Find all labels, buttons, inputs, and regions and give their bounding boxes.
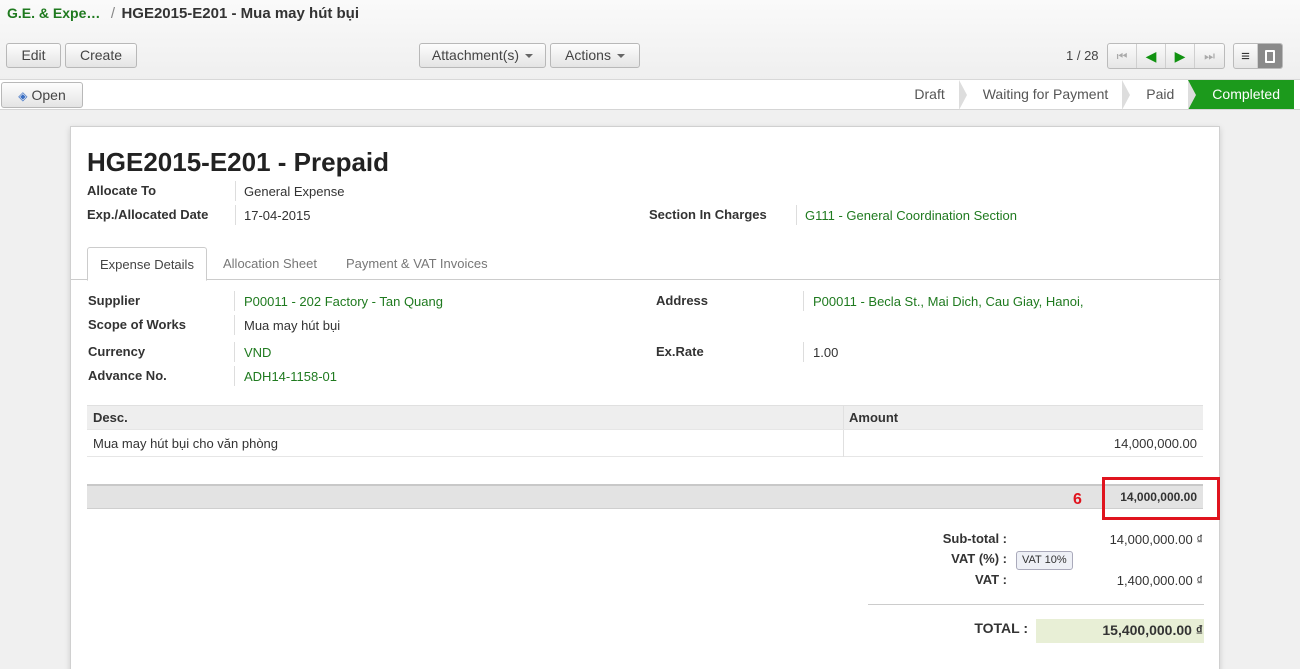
status-bar: ◈ Open Draft Waiting for Payment Paid Com…: [0, 80, 1300, 110]
currency-link[interactable]: VND: [244, 345, 271, 360]
allocate-to-label: Allocate To: [87, 183, 157, 198]
tab-allocation-sheet[interactable]: Allocation Sheet: [211, 247, 329, 280]
date-label: Exp./Allocated Date: [87, 207, 209, 222]
open-button[interactable]: ◈ Open: [1, 82, 83, 108]
vat-label: VAT :: [974, 572, 1007, 587]
currency-label: Currency: [88, 344, 146, 359]
lines-table-footer: 14,000,000.00: [87, 484, 1203, 509]
record-title: HGE2015-E201 - Prepaid: [87, 147, 390, 177]
exrate-label: Ex.Rate: [656, 344, 704, 359]
column-separator: [843, 406, 844, 430]
field-separator: [234, 366, 235, 386]
stage-completed[interactable]: Completed: [1188, 80, 1294, 109]
total-value: 15,400,000.00 ₫: [1102, 622, 1203, 638]
field-separator: [803, 291, 804, 311]
tab-payment-vat-invoices[interactable]: Payment & VAT Invoices: [334, 247, 500, 280]
stage-waiting-for-payment[interactable]: Waiting for Payment: [958, 80, 1130, 110]
control-panel: G.E. & Expe… / HGE2015-E201 - Mua may hú…: [0, 0, 1300, 80]
field-separator: [235, 205, 236, 225]
create-button[interactable]: Create: [65, 43, 137, 68]
advance-label: Advance No.: [88, 368, 167, 383]
vat-value: 1,400,000.00 ₫: [1116, 573, 1203, 588]
attachments-dropdown[interactable]: Attachment(s): [419, 43, 546, 68]
attachments-label: Attachment(s): [431, 47, 520, 63]
next-record-icon[interactable]: ▶: [1166, 44, 1195, 68]
address-label: Address: [656, 293, 709, 308]
field-separator: [235, 181, 236, 201]
line-amount: 14,000,000.00: [1113, 436, 1197, 451]
last-record-icon[interactable]: ⏭: [1195, 44, 1224, 68]
notebook-tabs: Expense Details Allocation Sheet Payment…: [71, 247, 1221, 281]
scope-value: Mua may hút bụi: [244, 318, 341, 333]
chevron-down-icon: [525, 54, 534, 59]
first-record-icon[interactable]: ⏮: [1108, 44, 1137, 68]
section-label: Section In Charges: [649, 207, 767, 222]
table-row[interactable]: Mua may hút bụi cho văn phòng 14,000,000…: [87, 429, 1203, 457]
lines-table-header: Desc. Amount: [87, 405, 1203, 430]
totals-divider: [868, 604, 1204, 605]
record-navigation: ⏮ ◀ ▶ ⏭: [1107, 43, 1225, 69]
tab-expense-details[interactable]: Expense Details: [87, 247, 207, 281]
address-link[interactable]: P00011 - Becla St., Mai Dich, Cau Giay, …: [813, 294, 1083, 309]
pager-counter[interactable]: 1 / 28: [1066, 48, 1099, 63]
view-switcher: ≡: [1233, 43, 1283, 69]
chevron-down-icon: [616, 54, 625, 59]
field-separator: [234, 291, 235, 311]
allocate-to-value: General Expense: [244, 184, 345, 199]
stage-draft[interactable]: Draft: [902, 80, 968, 110]
stage-pipeline: Draft Waiting for Payment Paid Completed: [902, 80, 1294, 110]
form-sheet: HGE2015-E201 - Prepaid Allocate To Gener…: [70, 126, 1221, 669]
stage-paid[interactable]: Paid: [1122, 80, 1197, 110]
breadcrumb-separator: /: [110, 5, 115, 22]
edit-button[interactable]: Edit: [6, 43, 61, 68]
column-separator: [843, 430, 844, 457]
advance-link[interactable]: ADH14-1158-01: [244, 369, 337, 384]
line-desc: Mua may hút bụi cho văn phòng: [93, 436, 279, 451]
subtotal-value: 14,000,000.00 ₫: [1109, 532, 1203, 547]
exrate-value: 1.00: [813, 345, 839, 360]
desc-column-header[interactable]: Desc.: [93, 410, 128, 425]
date-value: 17-04-2015: [244, 208, 311, 223]
form-view-icon[interactable]: [1258, 44, 1282, 68]
total-label: TOTAL :: [974, 620, 1028, 636]
field-separator: [234, 342, 235, 362]
actions-dropdown[interactable]: Actions: [550, 43, 640, 68]
list-view-icon[interactable]: ≡: [1234, 44, 1259, 68]
breadcrumb-current: HGE2015-E201 - Mua may hút bụi: [121, 5, 360, 22]
field-separator: [796, 205, 797, 225]
field-separator: [803, 342, 804, 362]
previous-record-icon[interactable]: ◀: [1137, 44, 1166, 68]
supplier-label: Supplier: [88, 293, 141, 308]
subtotal-label: Sub-total :: [942, 531, 1007, 546]
amount-column-header[interactable]: Amount: [849, 410, 898, 425]
open-label: Open: [31, 87, 66, 103]
vat-tax-tag[interactable]: VAT 10%: [1016, 551, 1073, 570]
highlight-box: [1102, 477, 1220, 520]
open-state-icon: ◈: [18, 89, 28, 103]
field-separator: [234, 315, 235, 335]
actions-label: Actions: [565, 47, 611, 63]
vat-percent-label: VAT (%) :: [951, 551, 1007, 566]
breadcrumb-parent-link[interactable]: G.E. & Expe…: [7, 5, 100, 21]
section-link[interactable]: G111 - General Coordination Section: [805, 208, 1017, 223]
scope-label: Scope of Works: [88, 317, 187, 332]
supplier-link[interactable]: P00011 - 202 Factory - Tan Quang: [244, 294, 443, 309]
breadcrumb: G.E. & Expe… / HGE2015-E201 - Mua may hú…: [7, 5, 359, 23]
annotation-number: 6: [1073, 491, 1082, 508]
